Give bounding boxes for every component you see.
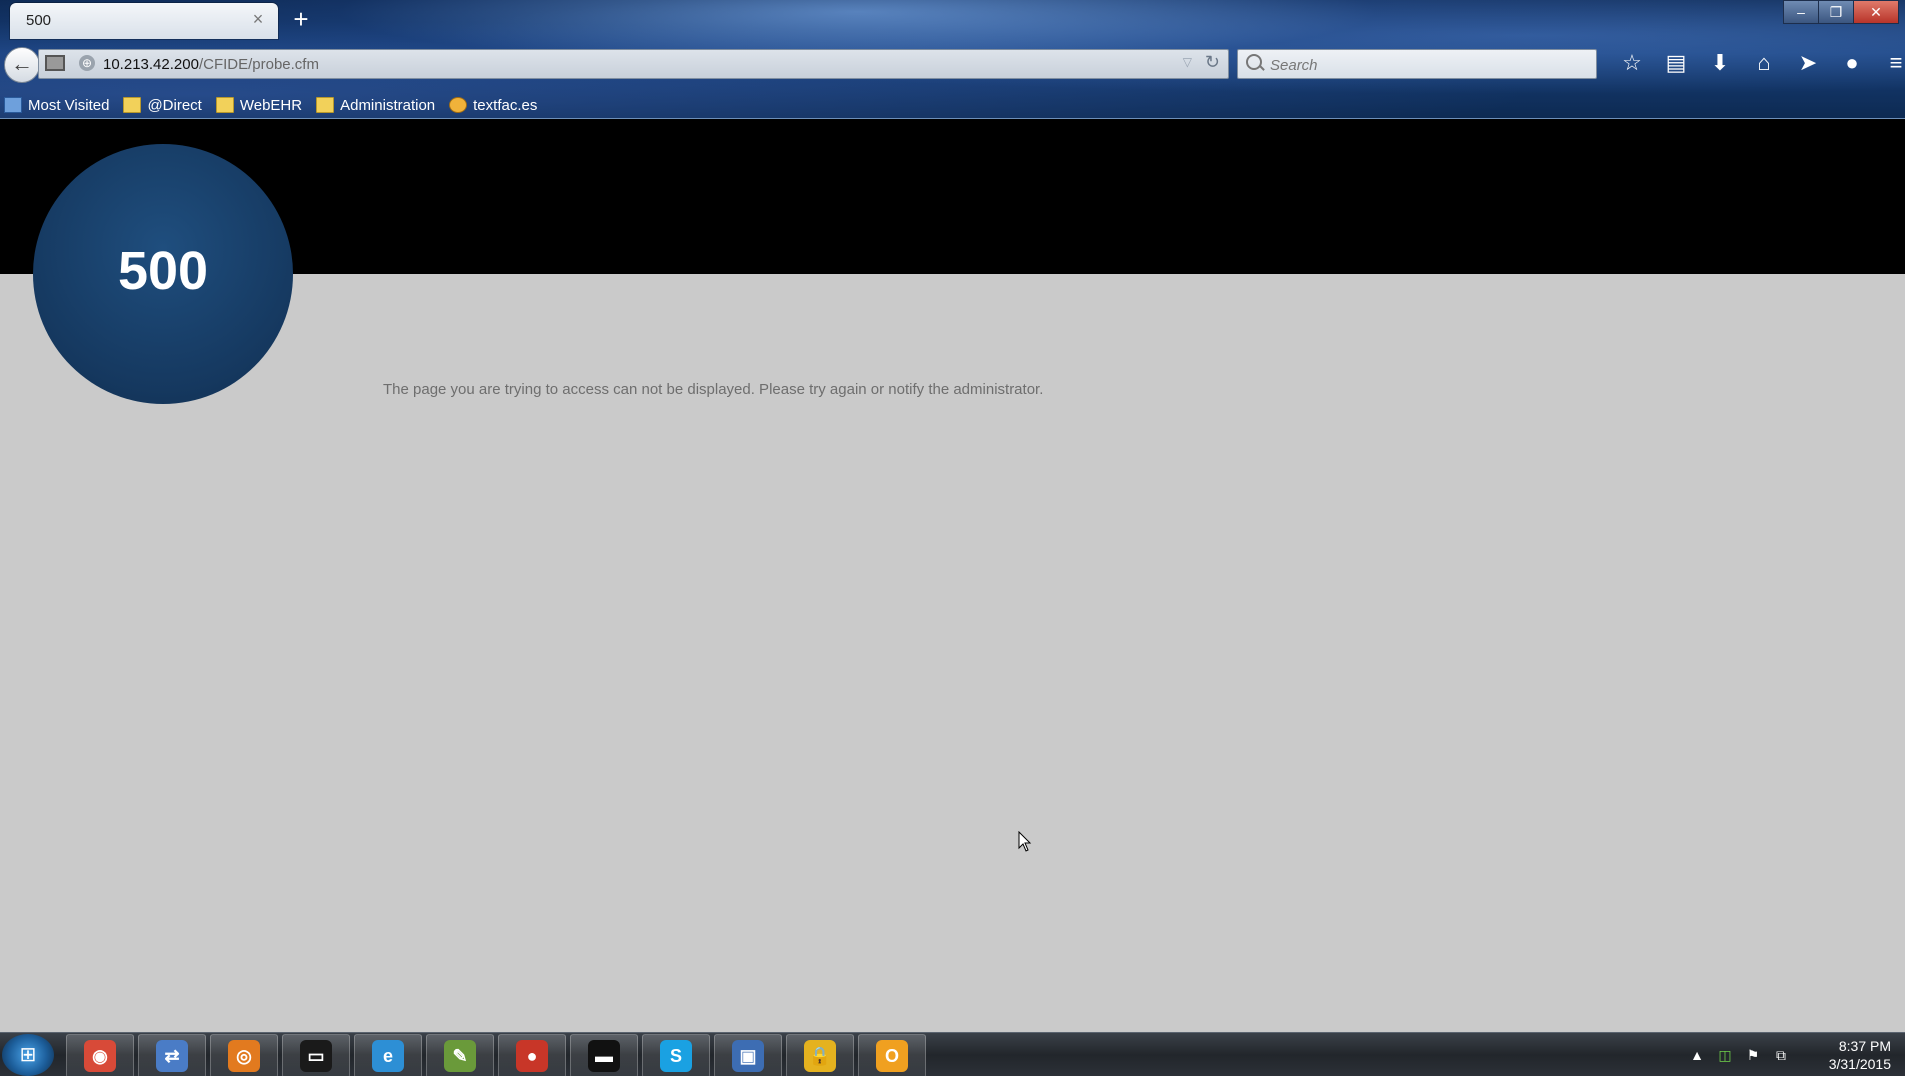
- skype-icon: S: [660, 1040, 692, 1072]
- taskbar-app-remote-desktop[interactable]: ⇄: [138, 1034, 206, 1076]
- network-drive-icon: ▣: [732, 1040, 764, 1072]
- red-app-icon: ●: [516, 1040, 548, 1072]
- send-icon[interactable]: ➤: [1786, 48, 1830, 78]
- taskbar-app-outlook[interactable]: O: [858, 1034, 926, 1076]
- home-icon[interactable]: ⌂: [1742, 48, 1786, 78]
- error-code: 500: [117, 241, 209, 301]
- network-icon[interactable]: ⧉: [1767, 1043, 1795, 1067]
- bookmark-administration[interactable]: Administration: [312, 97, 435, 114]
- folder-icon: [316, 97, 335, 113]
- taskbar-app-cmd[interactable]: ▬: [570, 1034, 638, 1076]
- taskbar-app-red[interactable]: ●: [498, 1034, 566, 1076]
- page-info-icon[interactable]: [45, 55, 65, 71]
- bookmark-label: textfac.es: [473, 96, 538, 114]
- taskbar-app-network-drive[interactable]: ▣: [714, 1034, 782, 1076]
- new-tab-button[interactable]: +: [288, 4, 314, 34]
- taskbar-app-chrome[interactable]: ◉: [66, 1034, 134, 1076]
- bookmarks-toolbar: Most Visited @Direct WebEHR Administrati…: [0, 92, 547, 118]
- taskbar-app-notepad[interactable]: ✎: [426, 1034, 494, 1076]
- bookmark-webehr[interactable]: WebEHR: [212, 97, 302, 114]
- taskbar-app-lock[interactable]: 🔒: [786, 1034, 854, 1076]
- bookmark-label: WebEHR: [239, 96, 303, 114]
- bookmark-label: Most Visited: [28, 96, 110, 114]
- url-dropdown-icon[interactable]: ▽: [1183, 55, 1192, 69]
- remote-desktop-icon: ⇄: [156, 1040, 188, 1072]
- browser-chrome: 500 × + – ❐ ✕ ← ⊕ 10.213.42.200/CFIDE/pr…: [0, 0, 1905, 119]
- taskbar-app-internet-explorer[interactable]: e: [354, 1034, 422, 1076]
- close-window-button[interactable]: ✕: [1853, 0, 1899, 24]
- url-path: /CFIDE/probe.cfm: [198, 56, 319, 73]
- lock-icon: 🔒: [804, 1040, 836, 1072]
- downloads-icon[interactable]: ⬇: [1698, 48, 1742, 78]
- toolbar-icons: ☆ ▤ ⬇ ⌂ ➤ ● ≡: [1610, 48, 1905, 78]
- internet-explorer-icon: e: [372, 1040, 404, 1072]
- outlook-icon: O: [876, 1040, 908, 1072]
- chat-icon[interactable]: ●: [1830, 48, 1874, 78]
- folder-icon: [123, 97, 142, 113]
- taskbar-app-skype[interactable]: S: [642, 1034, 710, 1076]
- address-bar[interactable]: ⊕ 10.213.42.200/CFIDE/probe.cfm ▽ ↻: [38, 49, 1229, 79]
- url-text[interactable]: 10.213.42.200/CFIDE/probe.cfm: [103, 56, 319, 73]
- search-input[interactable]: [1268, 53, 1592, 77]
- clock-date: 3/31/2015: [1828, 1056, 1891, 1072]
- back-button[interactable]: ←: [4, 47, 40, 83]
- bookmark-most-visited[interactable]: Most Visited: [0, 97, 109, 114]
- reload-icon[interactable]: ↻: [1205, 52, 1220, 73]
- minimize-button[interactable]: –: [1783, 0, 1819, 24]
- error-message: The page you are trying to access can no…: [383, 381, 1044, 398]
- window-controls: – ❐ ✕: [1783, 0, 1899, 24]
- taskbar-clock[interactable]: 8:37 PM 3/31/2015: [1811, 1037, 1891, 1073]
- tab-title: 500: [26, 12, 52, 29]
- show-hidden-icons-icon[interactable]: ▲: [1683, 1043, 1711, 1067]
- error-code-badge: 500: [33, 144, 293, 404]
- taskbar-app-explorer[interactable]: ▭: [282, 1034, 350, 1076]
- clock-time: 8:37 PM: [1838, 1038, 1891, 1054]
- bookmark-star-icon[interactable]: ☆: [1610, 48, 1654, 78]
- reading-list-icon[interactable]: ▤: [1654, 48, 1698, 78]
- taskbar: ⊞ ◉ ⇄ ◎ ▭ e ✎ ● ▬ S ▣ 🔒 O ▲ ◫ ⚑ ⧉ 8:37 P…: [0, 1032, 1905, 1076]
- url-host: 10.213.42.200: [103, 56, 199, 73]
- search-icon: [1246, 54, 1262, 70]
- bookmark-textfaces[interactable]: textfac.es: [445, 97, 537, 114]
- bookmark-label: Administration: [340, 96, 436, 114]
- explorer-icon: ▭: [300, 1040, 332, 1072]
- search-bar: [1237, 49, 1597, 79]
- taskbar-apps: ◉ ⇄ ◎ ▭ e ✎ ● ▬ S ▣ 🔒 O: [66, 1034, 930, 1076]
- cmd-icon: ▬: [588, 1040, 620, 1072]
- chrome-icon: ◉: [84, 1040, 116, 1072]
- firefox-icon: ◎: [228, 1040, 260, 1072]
- smiley-icon: [449, 97, 468, 113]
- site-identity-icon[interactable]: ⊕: [79, 55, 95, 71]
- system-tray: ▲ ◫ ⚑ ⧉: [1683, 1043, 1795, 1067]
- bookmark-direct[interactable]: @Direct: [119, 96, 202, 114]
- bookmark-label: @Direct: [147, 96, 202, 114]
- tab-active[interactable]: 500 ×: [10, 3, 278, 39]
- taskbar-app-firefox[interactable]: ◎: [210, 1034, 278, 1076]
- tab-close-icon[interactable]: ×: [248, 9, 268, 29]
- network-status-icon[interactable]: ◫: [1711, 1043, 1739, 1067]
- action-center-flag-icon[interactable]: ⚑: [1739, 1043, 1767, 1067]
- start-button[interactable]: ⊞: [2, 1034, 54, 1076]
- restore-button[interactable]: ❐: [1818, 0, 1854, 24]
- most-visited-icon: [4, 97, 22, 113]
- notepad-icon: ✎: [444, 1040, 476, 1072]
- folder-icon: [215, 97, 234, 113]
- menu-icon[interactable]: ≡: [1874, 48, 1905, 78]
